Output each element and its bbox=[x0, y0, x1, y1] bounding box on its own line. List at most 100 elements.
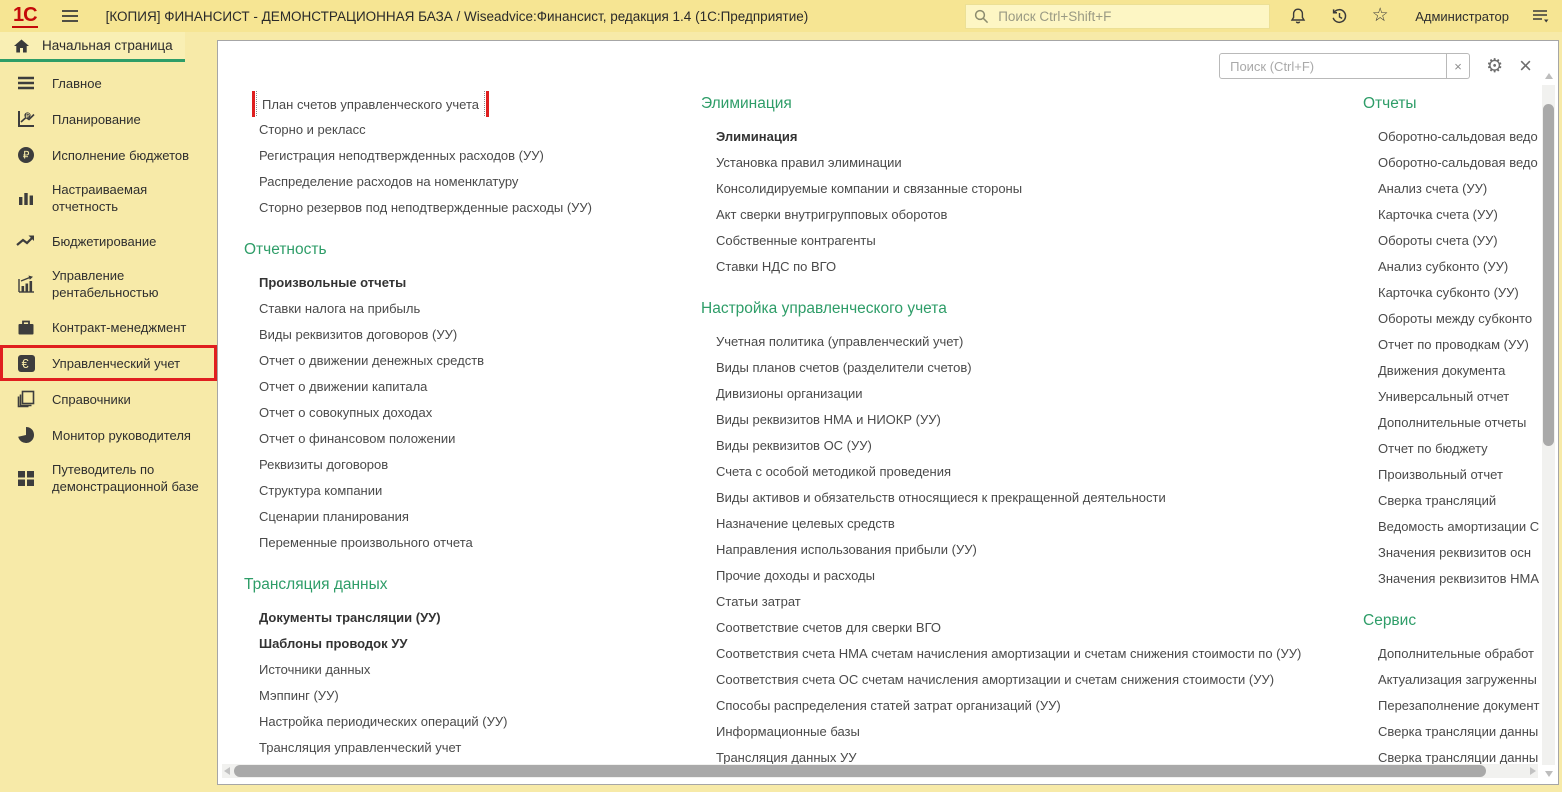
sidebar-item[interactable]: Путеводитель по демонстрационной базе bbox=[0, 453, 217, 503]
command-link[interactable]: Виды реквизитов договоров (УУ) bbox=[244, 322, 694, 348]
favorites-button[interactable]: ☆ bbox=[1370, 6, 1390, 26]
command-link[interactable]: Источники данных bbox=[244, 657, 694, 683]
command-link[interactable]: Информационные базы bbox=[701, 719, 1351, 745]
command-link[interactable]: Дополнительные отчеты bbox=[1363, 410, 1545, 436]
command-link[interactable]: Движения документа bbox=[1363, 358, 1545, 384]
command-link[interactable]: Соответствия счета НМА счетам начисления… bbox=[701, 641, 1351, 667]
command-link[interactable]: Соответствие счетов для сверки ВГО bbox=[701, 615, 1351, 641]
command-link[interactable]: Направления использования прибыли (УУ) bbox=[701, 537, 1351, 563]
sidebar-item[interactable]: ₽ Исполнение бюджетов bbox=[0, 137, 217, 173]
command-link[interactable]: Учетная политика (управленческий учет) bbox=[701, 329, 1351, 355]
global-search-input[interactable] bbox=[996, 7, 1262, 25]
command-link[interactable]: Назначение целевых средств bbox=[701, 511, 1351, 537]
command-link[interactable]: Отчет о движении денежных средств bbox=[244, 348, 694, 374]
command-link[interactable]: Мэппинг (УУ) bbox=[244, 683, 694, 709]
current-user-label[interactable]: Администратор bbox=[1415, 9, 1509, 24]
command-link[interactable]: План счетов управленческого учета bbox=[244, 91, 694, 117]
command-link[interactable]: Ставки НДС по ВГО bbox=[701, 254, 1351, 280]
command-link[interactable]: Переменные произвольного отчета bbox=[244, 530, 694, 556]
sidebar-item[interactable]: Главное bbox=[0, 65, 217, 101]
command-link[interactable]: Карточка субконто (УУ) bbox=[1363, 280, 1545, 306]
horizontal-scroll-thumb[interactable] bbox=[234, 765, 1486, 777]
command-link[interactable]: Обороты счета (УУ) bbox=[1363, 228, 1545, 254]
panel-search-input[interactable] bbox=[1228, 57, 1439, 75]
global-search-box[interactable] bbox=[965, 3, 1271, 29]
history-button[interactable] bbox=[1329, 6, 1349, 26]
scroll-up-arrow[interactable] bbox=[1545, 73, 1553, 79]
command-link[interactable]: Прочие доходы и расходы bbox=[701, 563, 1351, 589]
command-link[interactable]: Отчет по проводкам (УУ) bbox=[1363, 332, 1545, 358]
vertical-scrollbar[interactable] bbox=[1542, 73, 1555, 777]
command-link[interactable]: Счета с особой методикой проведения bbox=[701, 459, 1351, 485]
scroll-down-arrow[interactable] bbox=[1545, 771, 1553, 777]
search-clear-button[interactable]: × bbox=[1447, 53, 1471, 79]
main-menu-button[interactable] bbox=[60, 6, 80, 26]
command-link[interactable]: Сторно и рекласс bbox=[244, 117, 694, 143]
command-link[interactable]: Настройка периодических операций (УУ) bbox=[244, 709, 694, 735]
command-link[interactable]: Установка правил элиминации bbox=[701, 150, 1351, 176]
horizontal-scrollbar[interactable] bbox=[222, 764, 1538, 778]
gear-icon[interactable]: ⚙ bbox=[1486, 56, 1503, 76]
command-link[interactable]: Карточка счета (УУ) bbox=[1363, 202, 1545, 228]
command-link[interactable]: Отчет о движении капитала bbox=[244, 374, 694, 400]
command-link[interactable]: Виды активов и обязательств относящиеся … bbox=[701, 485, 1351, 511]
command-link[interactable]: Оборотно-сальдовая ведо bbox=[1363, 124, 1545, 150]
command-link[interactable]: Консолидируемые компании и связанные сто… bbox=[701, 176, 1351, 202]
command-link[interactable]: Документы трансляции (УУ) bbox=[244, 605, 694, 631]
command-link[interactable]: Произвольные отчеты bbox=[244, 270, 694, 296]
command-link[interactable]: Элиминация bbox=[701, 124, 1351, 150]
command-link[interactable]: Способы распределения статей затрат орга… bbox=[701, 693, 1351, 719]
sidebar-item[interactable]: Справочники bbox=[0, 381, 217, 417]
close-icon[interactable]: × bbox=[1519, 55, 1532, 77]
command-link[interactable]: Значения реквизитов осн bbox=[1363, 540, 1545, 566]
command-link[interactable]: Виды планов счетов (разделители счетов) bbox=[701, 355, 1351, 381]
command-link[interactable]: Соответствия счета ОС счетам начисления … bbox=[701, 667, 1351, 693]
tab-home-page[interactable]: Начальная страница bbox=[0, 32, 185, 62]
command-link[interactable]: Виды реквизитов ОС (УУ) bbox=[701, 433, 1351, 459]
command-link[interactable]: Произвольный отчет bbox=[1363, 462, 1545, 488]
command-link[interactable]: Значения реквизитов НМА bbox=[1363, 566, 1545, 592]
command-link[interactable]: Дивизионы организации bbox=[701, 381, 1351, 407]
command-link[interactable]: Реквизиты договоров bbox=[244, 452, 694, 478]
command-link[interactable]: Универсальный отчет bbox=[1363, 384, 1545, 410]
sidebar-item[interactable]: ₽ Планирование bbox=[0, 101, 217, 137]
sidebar-item[interactable]: Настраиваемая отчетность bbox=[0, 173, 217, 223]
command-link[interactable]: Отчет по бюджету bbox=[1363, 436, 1545, 462]
command-link[interactable]: Ведомость амортизации С bbox=[1363, 514, 1545, 540]
command-link[interactable]: Собственные контрагенты bbox=[701, 228, 1351, 254]
sidebar-item[interactable]: Управление рентабельностью bbox=[0, 259, 217, 309]
command-link[interactable]: Акт сверки внутригрупповых оборотов bbox=[701, 202, 1351, 228]
command-link[interactable]: Сторно резервов под неподтвержденные рас… bbox=[244, 195, 694, 221]
vertical-scroll-thumb[interactable] bbox=[1543, 104, 1554, 446]
command-link[interactable]: Оборотно-сальдовая ведо bbox=[1363, 150, 1545, 176]
command-link[interactable]: Распределение расходов на номенклатуру bbox=[244, 169, 694, 195]
command-link[interactable]: Ставки налога на прибыль bbox=[244, 296, 694, 322]
focused-command-link[interactable]: План счетов управленческого учета bbox=[256, 91, 486, 117]
command-link[interactable]: Анализ счета (УУ) bbox=[1363, 176, 1545, 202]
sidebar-item[interactable]: Монитор руководителя bbox=[0, 417, 217, 453]
user-menu-button[interactable] bbox=[1530, 6, 1550, 26]
command-link[interactable]: Регистрация неподтвержденных расходов (У… bbox=[244, 143, 694, 169]
command-link[interactable]: Статьи затрат bbox=[701, 589, 1351, 615]
notifications-button[interactable] bbox=[1288, 6, 1308, 26]
command-link[interactable]: Сценарии планирования bbox=[244, 504, 694, 530]
panel-search-box[interactable]: × bbox=[1219, 53, 1471, 79]
command-link[interactable]: Отчет о финансовом положении bbox=[244, 426, 694, 452]
scroll-left-arrow[interactable] bbox=[224, 767, 230, 775]
command-link[interactable]: Виды реквизитов НМА и НИОКР (УУ) bbox=[701, 407, 1351, 433]
sidebar-item[interactable]: Бюджетирование bbox=[0, 223, 217, 259]
sidebar-item[interactable]: Контракт-менеджмент bbox=[0, 309, 217, 345]
command-link[interactable]: Дополнительные обработ bbox=[1363, 641, 1545, 667]
command-link[interactable]: Сверка трансляции данны bbox=[1363, 719, 1545, 745]
command-link[interactable]: Актуализация загруженны bbox=[1363, 667, 1545, 693]
command-link[interactable]: Анализ субконто (УУ) bbox=[1363, 254, 1545, 280]
command-link[interactable]: Сверка трансляций bbox=[1363, 488, 1545, 514]
command-link[interactable]: Отчет о совокупных доходах bbox=[244, 400, 694, 426]
scroll-right-arrow[interactable] bbox=[1530, 767, 1536, 775]
sidebar-item[interactable]: € Управленческий учет bbox=[0, 345, 217, 381]
command-link[interactable]: Обороты между субконто bbox=[1363, 306, 1545, 332]
command-link[interactable]: Перезаполнение документ bbox=[1363, 693, 1545, 719]
command-link[interactable]: Трансляция управленческий учет bbox=[244, 735, 694, 761]
command-link[interactable]: Структура компании bbox=[244, 478, 694, 504]
command-link[interactable]: Шаблоны проводок УУ bbox=[244, 631, 694, 657]
